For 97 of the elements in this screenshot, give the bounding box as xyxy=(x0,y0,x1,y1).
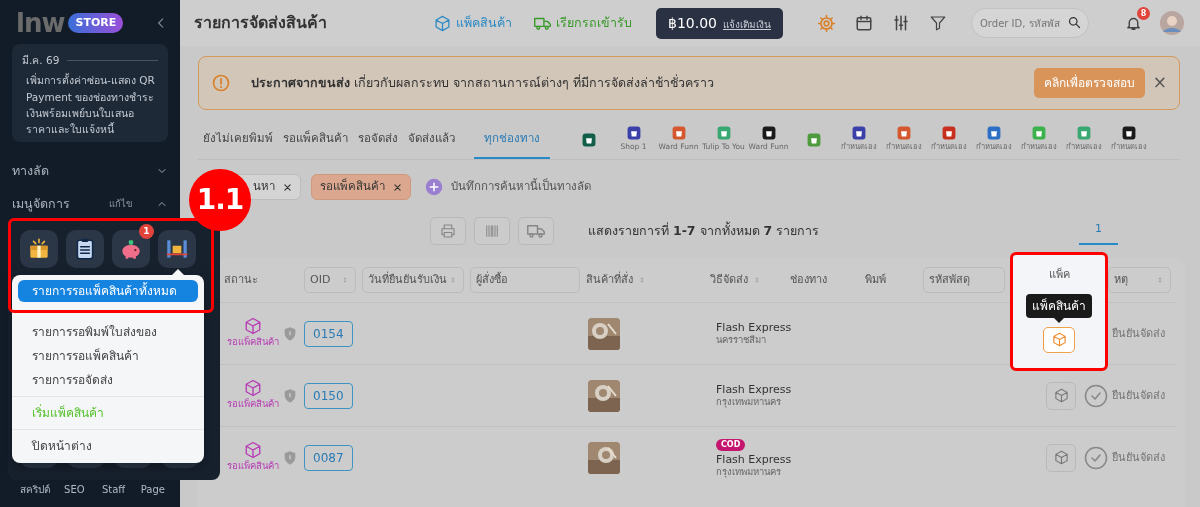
confirm-icon[interactable] xyxy=(1084,383,1108,408)
notification-badge: 8 xyxy=(1137,7,1150,20)
carrier-name: Flash Express xyxy=(716,320,793,335)
confirm-shipping-link[interactable]: ยืนยันจัดส่ง xyxy=(1112,327,1165,341)
print-icon xyxy=(439,222,457,240)
destination: กรุงเทพมหานคร xyxy=(716,396,782,409)
menu-item[interactable]: รายการรอแพ็คสินค้าทั้งหมด xyxy=(18,280,198,302)
step-callout: 1.1 xyxy=(189,169,251,231)
chip-label: รอแพ็คสินค้า xyxy=(320,178,385,196)
box-icon xyxy=(434,14,451,32)
alert-icon xyxy=(211,73,231,93)
section-label: เมนูจัดการ xyxy=(12,194,70,214)
close-button[interactable]: × xyxy=(1152,70,1167,96)
barcode-icon xyxy=(483,222,501,240)
bell-icon[interactable] xyxy=(1125,15,1142,32)
filter-field[interactable]: รหัสพัสดุ xyxy=(923,267,1005,293)
sliders-icon[interactable] xyxy=(892,14,910,32)
clipboard-tile[interactable] xyxy=(66,230,104,268)
destination: นครราชสีมา xyxy=(716,334,767,347)
box-icon xyxy=(1053,450,1069,465)
search-field[interactable]: Order ID, รหัสพัส xyxy=(971,8,1089,38)
menu-tile-label: สคริปต์ xyxy=(20,483,51,497)
save-shortcut-link[interactable]: บันทึกการค้นหานี้เป็นทางลัด xyxy=(451,178,591,196)
logo-wordmark: lnw xyxy=(16,10,65,36)
calendar-icon[interactable] xyxy=(855,14,873,32)
menu-tile-label: Page xyxy=(139,483,166,497)
notification-badge: 1 xyxy=(139,224,154,239)
announcement-text: ประกาศจากขนส่ง เกี่ยวกับผลกระทบ จากสถานการณ์ต่างๆ ที่มีการจัดส่งล่าช้าชั่วคราว xyxy=(251,73,715,92)
status-label: รอแพ็คสินค้า xyxy=(227,397,279,412)
balance-button[interactable]: ฿10.00 แจ้งเติมเงิน xyxy=(656,7,783,39)
status-tab[interactable]: ทุกช่องทาง xyxy=(474,120,550,159)
header-link[interactable]: เรียกรถเข้ารับ xyxy=(534,13,632,33)
add-icon[interactable] xyxy=(425,178,443,196)
status-tab[interactable]: จัดส่งแล้ว xyxy=(403,120,460,159)
page-link[interactable]: 1 xyxy=(1079,216,1118,246)
tooltip: แพ็คสินค้า xyxy=(1026,293,1092,323)
remove-icon[interactable] xyxy=(393,182,402,192)
menu-item[interactable]: รายการรอจัดส่ง xyxy=(12,368,204,392)
destination: กรุงเทพมหานคร xyxy=(716,466,782,479)
carrier-name: Flash Express xyxy=(716,382,793,397)
toolbar-button[interactable] xyxy=(474,217,510,245)
column-header: ช่องทาง xyxy=(790,272,827,286)
column-header: สถานะ xyxy=(224,272,258,286)
section-label: ทางลัด xyxy=(12,162,49,180)
confirm-icon[interactable] xyxy=(1084,445,1108,470)
edit-link[interactable]: แก้ไข xyxy=(109,197,132,212)
order-id-link[interactable]: 0154 xyxy=(304,320,353,347)
box-icon xyxy=(244,317,262,336)
menu-tile-label: Staff xyxy=(100,483,127,497)
truck-icon xyxy=(527,222,545,240)
sort-header[interactable]: วันที่ยืนยันรับเงิน xyxy=(362,267,464,293)
gift-box-tile[interactable] xyxy=(20,230,58,268)
packing-station-tile[interactable] xyxy=(158,230,196,268)
carrier-name: Flash Express xyxy=(716,452,793,467)
column-header: แพ็ค xyxy=(1048,267,1070,283)
sort-header[interactable]: OID xyxy=(304,267,356,293)
toolbar-button[interactable] xyxy=(430,217,466,245)
check-button[interactable]: คลิกเพื่อตรวจสอบ xyxy=(1033,68,1145,98)
status-tab[interactable]: รอแพ็คสินค้า xyxy=(278,120,353,159)
pack-button[interactable] xyxy=(1046,443,1076,472)
logo-badge: STORE xyxy=(68,12,124,34)
result-summary: แสดงรายการที่ 1-7 จากทั้งหมด 7 รายการ xyxy=(588,221,821,240)
chip-label: นหา xyxy=(253,178,275,196)
status-label: รอแพ็คสินค้า xyxy=(227,459,279,474)
status-tab[interactable]: รอจัดส่ง xyxy=(353,120,403,159)
menu-item[interactable]: ปิดหน้าต่าง xyxy=(12,434,204,458)
box-icon xyxy=(244,441,262,460)
column-header: พิมพ์ xyxy=(865,272,886,286)
box-icon xyxy=(1051,332,1067,347)
filter-icon[interactable] xyxy=(929,14,947,32)
box-icon xyxy=(244,379,262,398)
toolbar-button[interactable] xyxy=(518,217,554,245)
confirm-shipping-link[interactable]: ยืนยันจัดส่ง xyxy=(1112,389,1165,403)
search-icon[interactable] xyxy=(1067,15,1082,30)
order-id-link[interactable]: 0087 xyxy=(304,444,353,471)
header-link[interactable]: แพ็คสินค้า xyxy=(434,13,512,33)
confirm-shipping-link[interactable]: ยืนยันจัดส่ง xyxy=(1112,451,1165,465)
news-text: เพิ่มการตั้งค่าซ่อน-แสดง QR Payment ของช่องทางชำระเงินพร้อมเพย์บนใบเสนอราคาและใบแจ้งหนี้ xyxy=(25,72,156,138)
column-header[interactable]: วิธีจัดส่ง xyxy=(710,271,748,289)
remove-icon[interactable] xyxy=(283,182,292,192)
column-header[interactable]: สินค้าที่สั่ง xyxy=(586,271,633,289)
status-tab[interactable]: ยังไม่เคยพิมพ์ xyxy=(198,120,278,159)
settings-icon[interactable] xyxy=(817,13,836,33)
pack-button[interactable] xyxy=(1043,326,1075,353)
menu-tile-label: SEO xyxy=(63,483,86,497)
order-id-link[interactable]: 0150 xyxy=(304,382,353,409)
menu-item[interactable]: เริ่มแพ็คสินค้า xyxy=(12,401,204,425)
menu-item[interactable]: รายการรอพิมพ์ใบส่งของ xyxy=(12,320,204,344)
page-title: รายการจัดส่งสินค้า xyxy=(194,12,327,34)
menu-item[interactable]: รายการรอแพ็คสินค้า xyxy=(12,344,204,368)
cod-badge: COD xyxy=(716,438,746,451)
filter-field[interactable]: ผู้สั่งซื้อ xyxy=(470,267,580,293)
status-label: รอแพ็คสินค้า xyxy=(227,335,279,350)
box-icon xyxy=(1053,388,1069,403)
avatar[interactable] xyxy=(1160,11,1184,35)
pack-button[interactable] xyxy=(1046,381,1076,410)
news-date: มี.ค. 69 xyxy=(22,53,60,68)
